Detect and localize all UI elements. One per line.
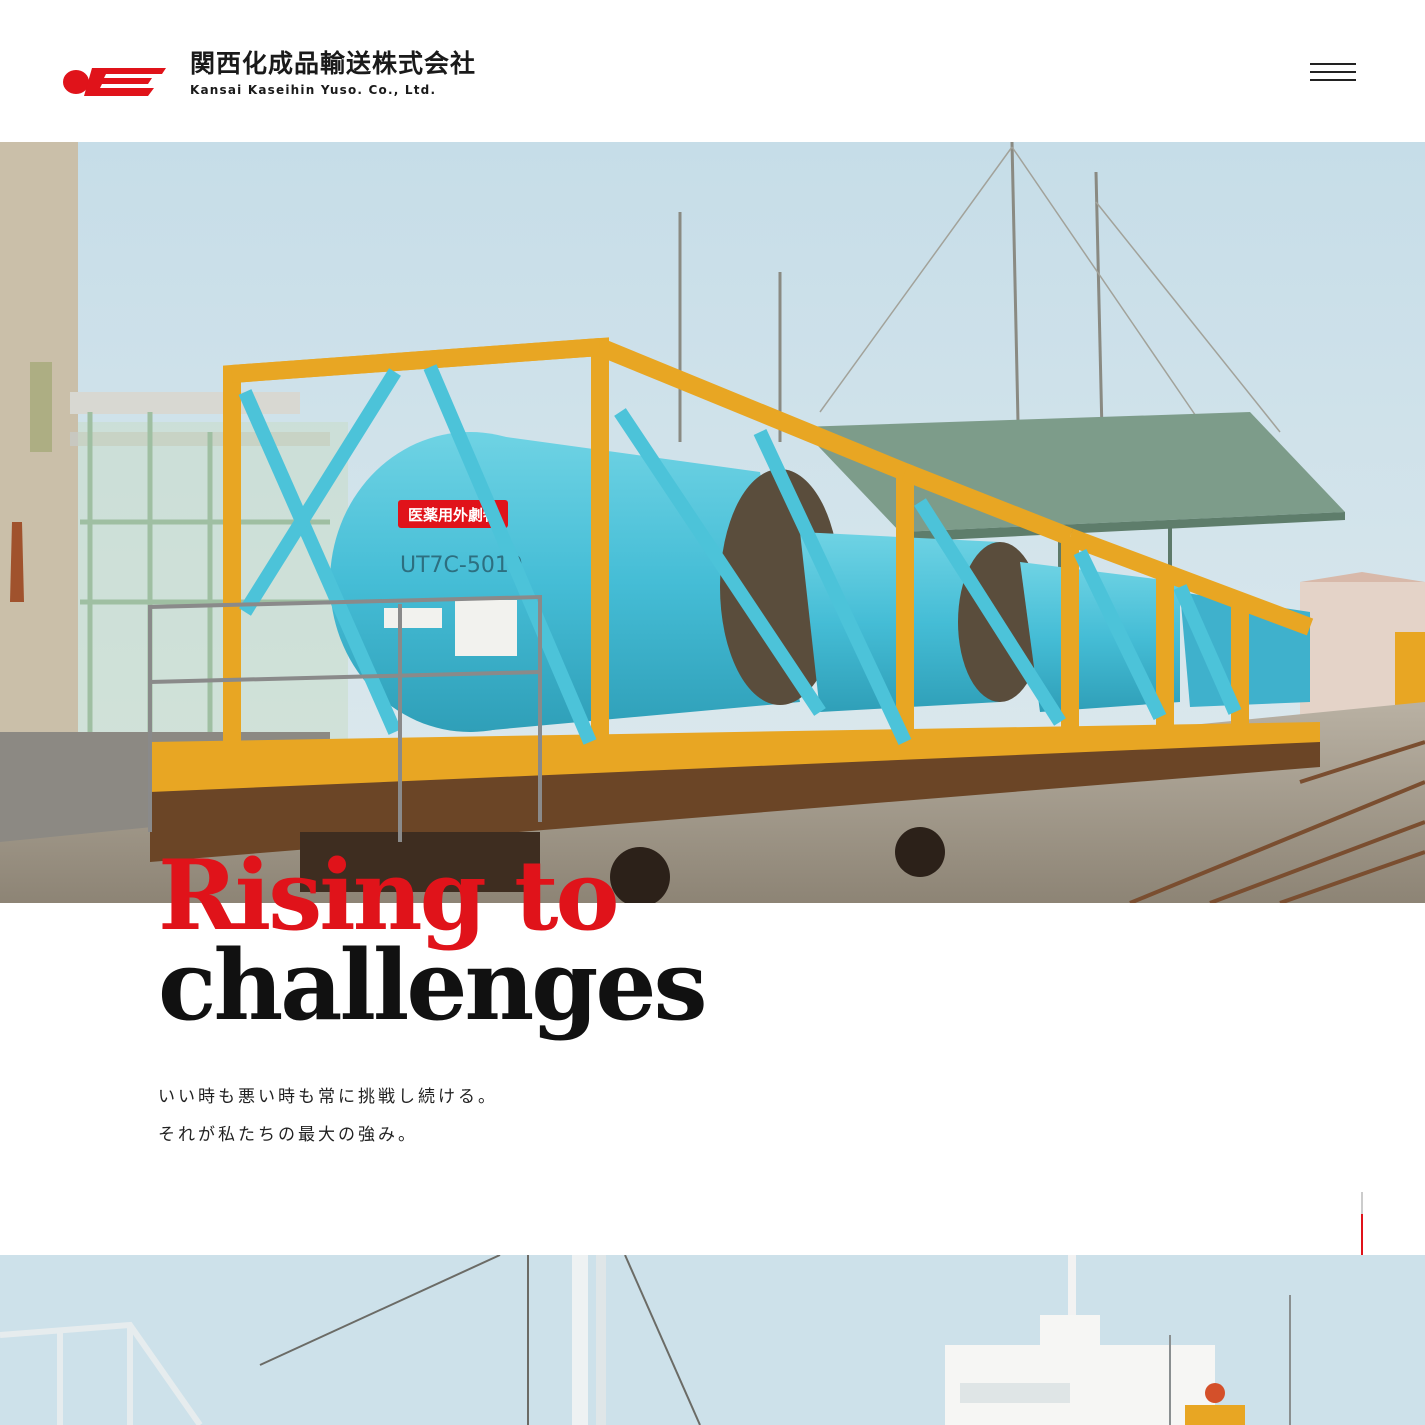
logo-home-link[interactable]: 関西化成品輸送株式会社 Kansai Kaseihin Yuso. Co., L… [62,48,476,100]
hero-copy-line-1: いい時も悪い時も常に挑戦し続ける。 [158,1087,498,1107]
hero-title-line-2: challenges [158,929,708,1042]
hamburger-menu-icon[interactable] [1310,60,1356,84]
company-name-en: Kansai Kaseihin Yuso. Co., Ltd. [190,83,437,97]
hero-title: Rising to challenges [158,848,708,1042]
section-photo-ship [0,1255,1425,1425]
company-name-jp: 関西化成品輸送株式会社 [190,49,477,78]
hero-copy-line-2: それが私たちの最大の強み。 [158,1125,418,1145]
hero-copy: いい時も悪い時も常に挑戦し続ける。 それが私たちの最大の強み。 [158,1078,498,1154]
site-header: 関西化成品輸送株式会社 Kansai Kaseihin Yuso. Co., L… [0,0,1425,142]
scroll-indicator-track [1361,1192,1363,1214]
hero-photo-freight-train: 医薬用外劇物 UT7C-5019 [0,142,1425,903]
menu-bar [1310,71,1356,73]
logo-text: 関西化成品輸送株式会社 Kansai Kaseihin Yuso. Co., L… [190,48,476,97]
menu-bar [1310,63,1356,65]
page: 関西化成品輸送株式会社 Kansai Kaseihin Yuso. Co., L… [0,0,1425,1425]
kk-logo-icon [63,68,166,96]
menu-bar [1310,79,1356,81]
